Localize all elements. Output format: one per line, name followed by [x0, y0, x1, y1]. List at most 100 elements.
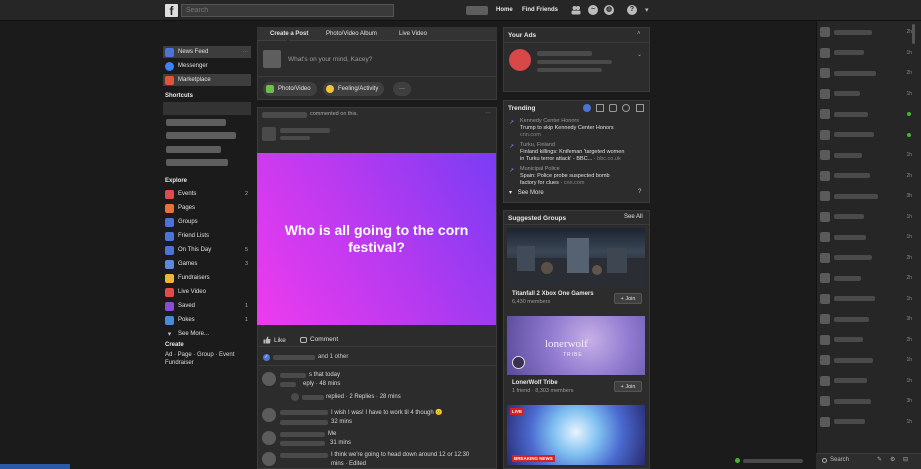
sidebar-item-see-more[interactable]: ▾ See More... [163, 328, 251, 340]
trending-science-icon[interactable] [609, 104, 617, 112]
chat-contact[interactable]: 3h [820, 313, 912, 325]
sidebar-item-pages[interactable]: Pages [163, 202, 251, 214]
comment-actions[interactable] [280, 441, 325, 446]
trending-headline[interactable]: Trump to skip Kennedy Center Honors [520, 125, 614, 132]
reaction-summary[interactable]: and 1 other [318, 354, 348, 360]
chat-contact[interactable]: 1h [820, 211, 912, 223]
more-options-icon[interactable]: ··· [243, 49, 249, 55]
sidebar-item-on-this-day[interactable]: On This Day 5 [163, 244, 251, 256]
collapse-icon[interactable]: ˄ [637, 31, 641, 37]
commenter-name[interactable] [280, 410, 328, 415]
reply-author-name[interactable] [302, 395, 324, 400]
trending-topic[interactable]: Municipal Police [520, 166, 560, 173]
commenter-name[interactable] [280, 453, 328, 458]
trending-entertainment-icon[interactable] [636, 104, 644, 112]
sidebar-item-events[interactable]: Events 2 [163, 188, 251, 200]
chat-search-input[interactable]: Search [830, 457, 849, 463]
comment-actions[interactable] [280, 420, 328, 425]
feeling-activity-button[interactable]: Feeling/Activity [323, 82, 385, 96]
trending-politics-icon[interactable] [596, 104, 604, 112]
sidebar-item-friend-lists[interactable]: Friend Lists [163, 230, 251, 242]
trending-topic[interactable]: Kennedy Center Honors [520, 118, 579, 125]
chat-contact[interactable]: 1h [820, 293, 912, 305]
commenter-name[interactable] [280, 373, 306, 378]
chat-contact[interactable]: 3h [820, 395, 912, 407]
sidebar-item-groups[interactable]: Groups [163, 216, 251, 228]
join-group-button[interactable]: + Join [614, 381, 642, 392]
group-name[interactable]: LonerWolf Tribe [512, 380, 558, 386]
group-cover-image[interactable]: lonerwolf TRIBE [507, 316, 645, 375]
comment-like-link[interactable] [280, 382, 296, 387]
reply-avatar[interactable] [291, 393, 299, 401]
chat-contact[interactable]: 1h [820, 149, 912, 161]
group-cover-image[interactable]: LIVE BREAKING NEWS [507, 405, 645, 465]
friend-requests-icon[interactable] [571, 5, 581, 15]
commenter-avatar[interactable] [262, 452, 276, 466]
post-author-name[interactable] [262, 112, 307, 118]
chat-contact[interactable]: 1h [820, 47, 912, 59]
create-links[interactable]: Ad · Page · Group · Event [165, 352, 234, 358]
sidebar-item-live-video[interactable]: Live Video [163, 286, 251, 298]
replies-link[interactable]: replied · 2 Replies · 28 mins [326, 394, 401, 400]
compose-icon[interactable]: ✎ [877, 456, 882, 463]
chat-contact[interactable]: 2h [820, 170, 912, 182]
commenter-name[interactable] [280, 432, 325, 437]
facebook-logo[interactable]: f [165, 4, 178, 18]
like-button[interactable]: Like [263, 336, 286, 344]
trending-sports-icon[interactable] [622, 104, 630, 112]
messenger-icon[interactable]: ~ [588, 5, 598, 15]
trending-topic[interactable]: Turku, Finland [520, 142, 555, 149]
post-avatar[interactable] [262, 127, 276, 141]
profile-link[interactable] [466, 6, 488, 15]
help-icon[interactable]: ? [627, 5, 637, 15]
commenter-avatar[interactable] [262, 408, 276, 422]
comment-meta[interactable]: mins · Edited [331, 461, 366, 467]
commenter-avatar[interactable] [262, 372, 276, 386]
sidebar-item-pokes[interactable]: Pokes 1 [163, 314, 251, 326]
chat-settings-icon[interactable]: ⚙ [890, 456, 895, 463]
trending-headline[interactable]: in Turku terror attack' - BBC... · bbc.c… [520, 156, 621, 163]
post-author-link[interactable] [280, 128, 330, 133]
chevron-down-icon[interactable]: ⌄ [637, 51, 642, 58]
trending-headline[interactable]: Spain: Police probe suspected bomb [520, 173, 610, 180]
post-options-icon[interactable]: ··· [485, 110, 491, 116]
more-options-button[interactable]: ··· [393, 82, 411, 96]
see-more-trending-link[interactable]: ▾ See More [509, 189, 544, 196]
help-icon[interactable]: ? [638, 189, 641, 195]
chat-contact[interactable]: 2h [820, 26, 912, 38]
chat-contact[interactable]: 1h [820, 231, 912, 243]
chat-scrollbar[interactable] [912, 24, 915, 44]
tab-create-post[interactable]: Create a Post [270, 31, 308, 37]
trending-top-icon[interactable] [583, 104, 591, 112]
join-group-button[interactable]: + Join [614, 293, 642, 304]
sidebar-item-news-feed[interactable]: News Feed ··· [163, 46, 251, 58]
chat-contact[interactable] [820, 129, 912, 141]
comment-meta[interactable]: eply · 48 mins [303, 381, 340, 387]
chat-contact[interactable] [820, 108, 912, 120]
home-link[interactable]: Home [496, 7, 513, 13]
sidebar-item-saved[interactable]: Saved 1 [163, 300, 251, 312]
chat-contact[interactable]: 1h [820, 88, 912, 100]
sidebar-item-games[interactable]: Games 3 [163, 258, 251, 270]
chat-tab[interactable] [743, 459, 803, 463]
chat-contact[interactable]: 2h [820, 334, 912, 346]
sidebar-item-messenger[interactable]: Messenger [163, 60, 251, 72]
trending-headline[interactable]: Finland killings: Knifeman 'targeted wom… [520, 149, 624, 156]
find-friends-link[interactable]: Find Friends [522, 7, 558, 13]
post-timestamp[interactable] [280, 136, 310, 140]
chat-contact[interactable]: 1h [820, 354, 912, 366]
trending-headline[interactable]: factory for clues · cnn.com [520, 180, 585, 187]
composer-input[interactable]: What's on your mind, Kacey? [288, 56, 372, 63]
group-name[interactable]: Titanfall 2 Xbox One Gamers [512, 291, 594, 297]
chevron-down-icon[interactable]: ▾ [645, 6, 649, 14]
chat-contact[interactable]: 2h [820, 252, 912, 264]
ad-page-name[interactable] [537, 51, 592, 56]
chat-options-icon[interactable]: ⊟ [903, 456, 908, 463]
group-cover-image[interactable] [507, 228, 645, 287]
create-fundraiser-link[interactable]: Fundraiser [165, 360, 194, 366]
sidebar-item-marketplace[interactable]: Marketplace [163, 74, 251, 86]
tab-live-video[interactable]: Live Video [399, 31, 427, 37]
chat-contact[interactable]: 3h [820, 190, 912, 202]
chat-contact[interactable]: 1h [820, 375, 912, 387]
commenter-avatar[interactable] [262, 431, 276, 445]
